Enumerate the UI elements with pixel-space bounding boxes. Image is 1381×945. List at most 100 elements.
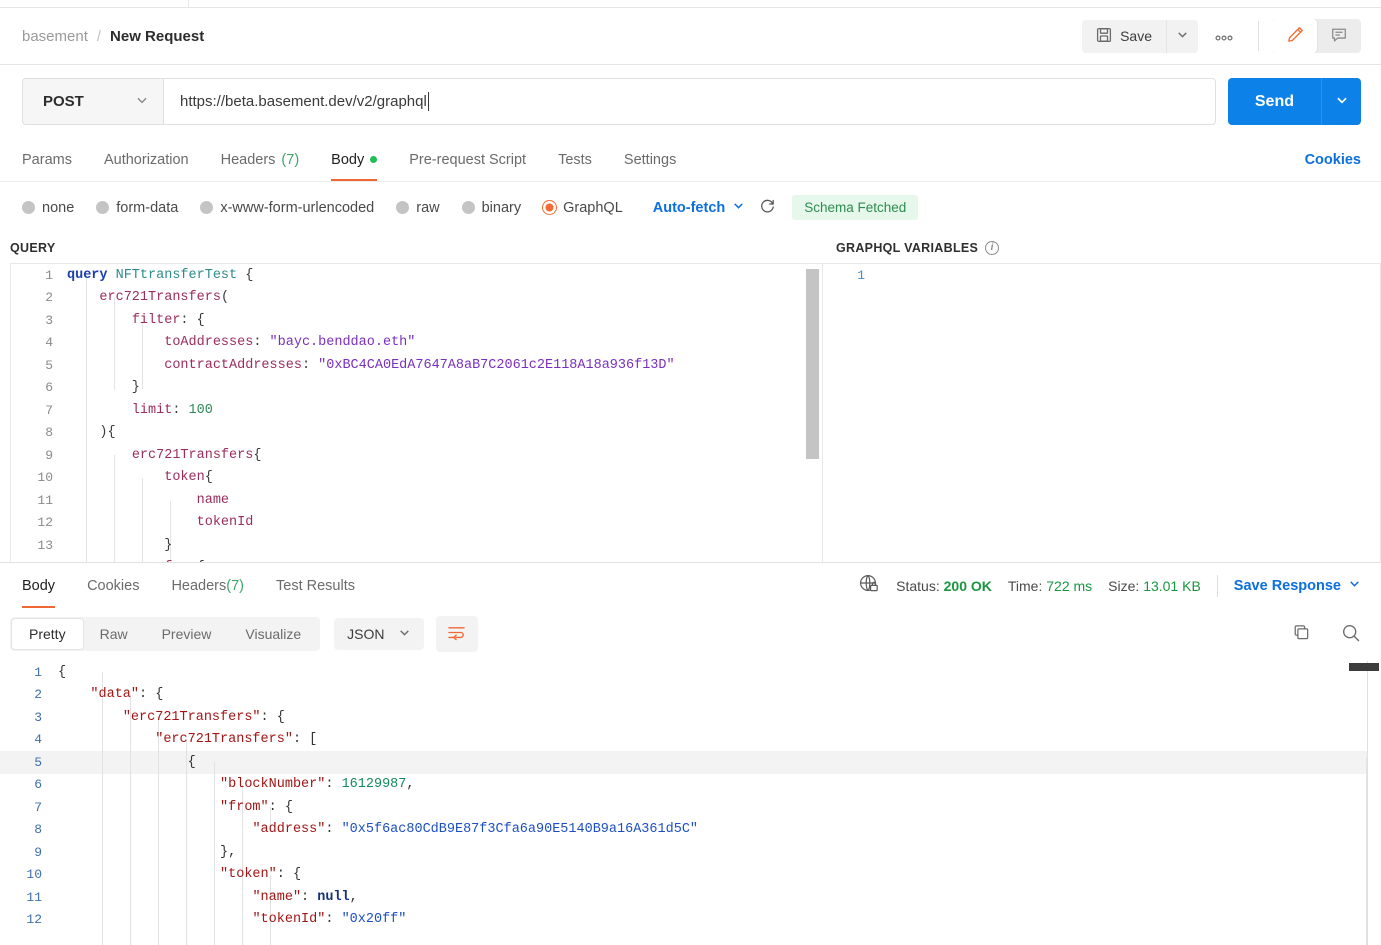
send-options-button[interactable]: [1321, 78, 1361, 125]
line-number: 1: [11, 268, 67, 283]
word-wrap-icon: [447, 624, 466, 644]
edit-mode-button[interactable]: [1273, 19, 1317, 53]
query-pane: QUERY 1query NFTtransferTest {2 erc721Tr…: [0, 233, 822, 562]
request-tab-pre-request-script[interactable]: Pre-request Script: [393, 138, 542, 181]
response-scrollbar[interactable]: [1367, 661, 1381, 945]
line-number: 5: [0, 755, 58, 770]
code-line: 5 contractAddresses: "0xBC4CA0EdA7647A8a…: [11, 354, 822, 377]
size-label-group: Size: 13.01 KB: [1108, 578, 1201, 594]
request-tab-body[interactable]: Body: [315, 138, 393, 181]
code-line: 14 from{: [11, 557, 822, 563]
code-line-text: contractAddresses: "0xBC4CA0EdA7647A8aB7…: [67, 358, 675, 373]
response-tab-body[interactable]: Body: [22, 563, 71, 608]
response-format-value: JSON: [347, 626, 384, 642]
floppy-disk-icon: [1096, 27, 1112, 46]
save-response-button[interactable]: Save Response: [1234, 577, 1361, 594]
body-type-none[interactable]: none: [22, 200, 74, 216]
response-header: BodyCookiesHeaders (7)Test Results Statu…: [0, 562, 1381, 608]
variables-pane-label: GRAPHQL VARIABLES i: [822, 233, 1381, 263]
code-line: 1{: [0, 661, 1381, 684]
query-scrollbar-thumb[interactable]: [806, 269, 819, 459]
query-label-text: QUERY: [10, 241, 56, 255]
body-type-binary[interactable]: binary: [462, 200, 522, 216]
body-type-raw[interactable]: raw: [396, 200, 439, 216]
word-wrap-button[interactable]: [436, 616, 478, 652]
body-type-graphql[interactable]: GraphQL: [543, 200, 623, 216]
response-tab-badge: (7): [226, 578, 244, 594]
code-line-text: "erc721Transfers": {: [58, 710, 285, 725]
url-input-wrapper[interactable]: https://beta.basement.dev/v2/graphql: [163, 78, 1216, 125]
request-header: basement / New Request Save: [0, 8, 1381, 65]
response-view-raw[interactable]: Raw: [83, 619, 145, 649]
query-editor[interactable]: 1query NFTtransferTest {2 erc721Transfer…: [10, 263, 822, 562]
http-method-select[interactable]: POST: [22, 78, 163, 125]
time-label: Time:: [1008, 578, 1042, 594]
code-line-text: from{: [67, 560, 205, 562]
url-input[interactable]: https://beta.basement.dev/v2/graphql: [180, 93, 427, 110]
refresh-schema-button[interactable]: [759, 198, 776, 218]
code-line-text: "tokenId": "0x20ff": [58, 912, 406, 927]
response-tab-label: Headers: [171, 578, 226, 594]
line-number: 14: [11, 560, 67, 562]
variables-label-text: GRAPHQL VARIABLES: [836, 241, 978, 255]
variables-editor[interactable]: 1: [822, 263, 1381, 562]
code-line-text: query NFTtransferTest {: [67, 268, 253, 283]
auto-fetch-select[interactable]: Auto-fetch: [653, 199, 746, 216]
url-bar: POST https://beta.basement.dev/v2/graphq…: [0, 65, 1381, 138]
info-icon[interactable]: i: [985, 241, 999, 255]
line-number: 3: [11, 313, 67, 328]
code-line: 3 "erc721Transfers": {: [0, 706, 1381, 729]
line-number: 12: [11, 515, 67, 530]
code-line-text: "token": {: [58, 867, 301, 882]
save-button[interactable]: Save: [1082, 20, 1166, 53]
response-scrollbar-thumb[interactable]: [1349, 663, 1379, 671]
radio-icon: [22, 201, 35, 214]
line-number: 2: [11, 290, 67, 305]
request-tab-headers[interactable]: Headers(7): [205, 138, 316, 181]
response-view-preview[interactable]: Preview: [145, 619, 229, 649]
code-line: 2 "data": {: [0, 684, 1381, 707]
response-format-select[interactable]: JSON: [334, 618, 423, 650]
code-line: 9 },: [0, 841, 1381, 864]
body-type-form-data[interactable]: form-data: [96, 200, 178, 216]
search-button[interactable]: [1341, 623, 1361, 646]
code-line: 8 "address": "0x5f6ac80CdB9E87f3Cfa6a90E…: [0, 819, 1381, 842]
body-type-label: none: [42, 200, 74, 216]
request-tab-label: Body: [331, 152, 364, 168]
code-line-text: "address": "0x5f6ac80CdB9E87f3Cfa6a90E51…: [58, 822, 698, 837]
response-tab-cookies[interactable]: Cookies: [71, 563, 155, 608]
comment-button[interactable]: [1317, 19, 1361, 53]
code-line-text: "from": {: [58, 800, 293, 815]
request-tab-badge: (7): [281, 152, 299, 168]
request-tab-params[interactable]: Params: [22, 138, 88, 181]
copy-button[interactable]: [1292, 623, 1311, 645]
send-button[interactable]: Send: [1228, 78, 1321, 125]
code-line-text: limit: 100: [67, 403, 213, 418]
request-tab-authorization[interactable]: Authorization: [88, 138, 205, 181]
response-view-visualize[interactable]: Visualize: [228, 619, 318, 649]
query-scrollbar-track[interactable]: [807, 264, 821, 562]
cookies-link[interactable]: Cookies: [1305, 152, 1361, 168]
code-line-text: filter: {: [67, 313, 205, 328]
request-tab-settings[interactable]: Settings: [608, 138, 692, 181]
radio-icon: [200, 201, 213, 214]
response-view-pretty[interactable]: Pretty: [12, 619, 83, 649]
body-type-x-www-form-urlencoded[interactable]: x-www-form-urlencoded: [200, 200, 374, 216]
request-tab-label: Authorization: [104, 152, 189, 168]
code-line: 6 "blockNumber": 16129987,: [0, 774, 1381, 797]
request-tab-tests[interactable]: Tests: [542, 138, 608, 181]
save-options-button[interactable]: [1166, 20, 1198, 53]
response-body-viewer[interactable]: 1{2 "data": {3 "erc721Transfers": {4 "er…: [0, 660, 1381, 945]
search-icon: [1341, 623, 1361, 646]
chevron-down-icon: [1348, 577, 1361, 594]
code-line: 12 "tokenId": "0x20ff": [0, 909, 1381, 932]
status-label-group: Status: 200 OK: [896, 578, 992, 594]
breadcrumb-collection[interactable]: basement: [22, 28, 88, 45]
response-tab-test-results[interactable]: Test Results: [260, 563, 371, 608]
more-actions-button[interactable]: [1204, 20, 1244, 53]
schema-status-badge: Schema Fetched: [792, 195, 918, 220]
body-type-label: raw: [416, 200, 439, 216]
header-divider: [1258, 21, 1259, 51]
line-number: 13: [11, 538, 67, 553]
response-tab-headers[interactable]: Headers (7): [155, 563, 260, 608]
